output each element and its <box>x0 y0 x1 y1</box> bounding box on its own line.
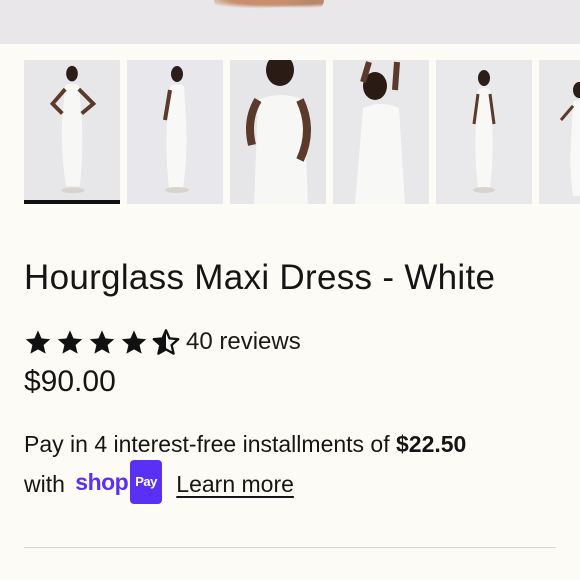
thumbnail-2[interactable] <box>127 60 223 204</box>
thumbnail-5[interactable] <box>436 60 532 204</box>
pay-badge: Pay <box>130 460 162 504</box>
thumbnail-strip[interactable] <box>0 60 580 206</box>
hero-image-feet <box>214 0 324 10</box>
thumbnail-6[interactable] <box>539 60 580 204</box>
thumbnail-4[interactable] <box>333 60 429 204</box>
thumbnail-1[interactable] <box>24 60 120 204</box>
product-price: $90.00 <box>24 365 116 398</box>
star-rating <box>24 328 180 356</box>
thumbnail-image <box>230 60 326 204</box>
shop-pay-logo: shop Pay <box>75 460 162 506</box>
shop-pay-installments: Pay in 4 interest-free installments of $… <box>24 424 564 508</box>
learn-more-link[interactable]: Learn more <box>176 471 294 497</box>
thumbnail-image <box>25 60 119 200</box>
product-rating[interactable]: 40 reviews <box>24 326 301 358</box>
star-half-icon <box>152 329 180 355</box>
reviews-count-link[interactable]: 40 reviews <box>186 328 301 356</box>
product-title: Hourglass Maxi Dress - White <box>24 258 496 297</box>
thumbnail-image <box>436 60 532 204</box>
installment-amount: $22.50 <box>396 431 467 457</box>
thumbnail-image <box>333 60 429 204</box>
thumbnail-image <box>127 60 223 204</box>
with-label: with <box>24 471 65 498</box>
star-full-icon <box>121 330 147 354</box>
thumbnail-image <box>539 60 580 204</box>
star-full-icon <box>57 330 83 354</box>
installments-text: Pay in 4 interest-free installments of <box>24 431 390 457</box>
section-divider <box>24 547 556 548</box>
hero-image-bottom <box>0 0 580 44</box>
star-full-icon <box>89 330 115 354</box>
shop-logo-text: shop <box>75 469 129 496</box>
thumbnail-3[interactable] <box>230 60 326 204</box>
star-full-icon <box>25 330 51 354</box>
